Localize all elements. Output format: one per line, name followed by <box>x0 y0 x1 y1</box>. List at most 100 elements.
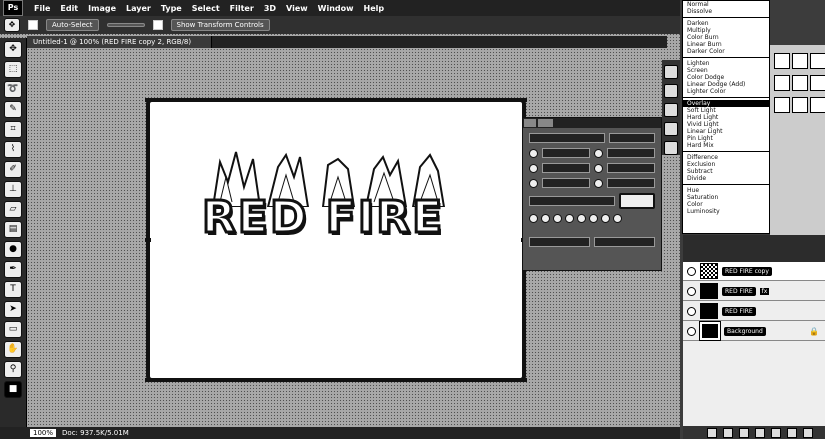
color-swatches-icon[interactable]: ■ <box>4 381 22 398</box>
lasso-tool-icon[interactable]: ➰ <box>4 81 22 98</box>
black-white-icon[interactable] <box>792 97 808 113</box>
font-family-field[interactable] <box>529 133 605 143</box>
blend-mode-option[interactable]: Hue <box>683 187 769 194</box>
text-color-swatch[interactable] <box>619 193 655 209</box>
visibility-eye-icon[interactable] <box>687 266 696 276</box>
menu-image[interactable]: Image <box>83 4 121 13</box>
leading-field[interactable] <box>607 148 655 158</box>
curves-icon[interactable] <box>810 53 825 69</box>
gradient-tool-icon[interactable]: ▤ <box>4 221 22 238</box>
character-panel-icon[interactable] <box>664 122 678 136</box>
marquee-tool-icon[interactable]: ⬚ <box>4 61 22 78</box>
move-tool-preset-icon[interactable]: ✥ <box>4 18 20 32</box>
blend-mode-option[interactable]: Color Burn <box>683 34 769 41</box>
dodge-tool-icon[interactable]: ● <box>4 241 22 258</box>
blend-mode-option[interactable]: Vivid Light <box>683 121 769 128</box>
vibrance-icon[interactable] <box>792 75 808 91</box>
eyedropper-icon[interactable]: ⌇ <box>4 141 22 158</box>
clone-stamp-icon[interactable]: ⊥ <box>4 181 22 198</box>
kerning-field[interactable] <box>542 163 590 173</box>
language-field[interactable] <box>529 237 590 247</box>
blend-mode-option[interactable]: Lighten <box>683 60 769 67</box>
font-size-field[interactable] <box>542 148 590 158</box>
document-tab[interactable]: Untitled-1 @ 100% (RED FIRE copy 2, RGB/… <box>27 36 213 48</box>
blend-mode-option[interactable]: Color <box>683 201 769 208</box>
delete-layer-icon[interactable] <box>803 427 813 438</box>
show-transform-checkbox[interactable] <box>152 20 163 30</box>
blend-mode-option[interactable]: Hard Mix <box>683 142 769 149</box>
history-panel-icon[interactable] <box>664 65 678 79</box>
all-caps-icon[interactable] <box>553 214 562 223</box>
pen-tool-icon[interactable]: ✒ <box>4 261 22 278</box>
small-caps-icon[interactable] <box>565 214 574 223</box>
transform-handle[interactable] <box>521 98 527 102</box>
subscript-icon[interactable] <box>589 214 598 223</box>
layer-style-icon[interactable] <box>723 427 733 438</box>
group-icon[interactable] <box>771 427 781 438</box>
blend-mode-option[interactable]: Subtract <box>683 168 769 175</box>
adjustment-layer-icon[interactable] <box>755 427 765 438</box>
blend-mode-option[interactable]: Lighter Color <box>683 88 769 95</box>
blend-mode-option[interactable]: Soft Light <box>683 107 769 114</box>
paragraph-panel-icon[interactable] <box>664 141 678 155</box>
transform-handle[interactable] <box>521 378 527 382</box>
menu-filter[interactable]: Filter <box>225 4 259 13</box>
horizontal-scale-field[interactable] <box>607 178 655 188</box>
blend-mode-option[interactable]: Saturation <box>683 194 769 201</box>
blend-mode-option[interactable]: Linear Dodge (Add) <box>683 81 769 88</box>
brightness-icon[interactable] <box>774 53 790 69</box>
document-info[interactable]: Doc: 937.5K/5.01M <box>62 429 129 437</box>
exposure-icon[interactable] <box>774 75 790 91</box>
blend-mode-option[interactable]: Color Dodge <box>683 74 769 81</box>
shape-tool-icon[interactable]: ▭ <box>4 321 22 338</box>
document-canvas[interactable]: RED FIRE <box>145 98 527 382</box>
navigator-panel-icon[interactable] <box>664 103 678 117</box>
blend-mode-option[interactable]: Screen <box>683 67 769 74</box>
auto-select-checkbox[interactable] <box>28 20 38 30</box>
levels-icon[interactable] <box>792 53 808 69</box>
photo-filter-icon[interactable] <box>810 97 825 113</box>
move-tool-icon[interactable]: ✥ <box>4 41 22 58</box>
layer-row[interactable]: RED FIRE copy <box>683 262 825 281</box>
faux-italic-icon[interactable] <box>541 214 550 223</box>
hue-sat-icon[interactable] <box>810 75 825 91</box>
zoom-field[interactable]: 100% <box>30 429 57 437</box>
transform-handle[interactable] <box>333 98 339 102</box>
blend-mode-option[interactable]: Divide <box>683 175 769 182</box>
blend-mode-option[interactable]: Hard Light <box>683 114 769 121</box>
blend-mode-option[interactable]: Exclusion <box>683 161 769 168</box>
baseline-shift-field[interactable] <box>529 196 615 206</box>
menu-type[interactable]: Type <box>156 4 187 13</box>
eraser-icon[interactable]: ▱ <box>4 201 22 218</box>
blend-mode-option[interactable]: Luminosity <box>683 208 769 215</box>
layer-row[interactable]: RED FIRE <box>683 302 825 321</box>
crop-tool-icon[interactable]: ⌗ <box>4 121 22 138</box>
visibility-eye-icon[interactable] <box>687 326 696 336</box>
color-balance-icon[interactable] <box>774 97 790 113</box>
layer-row[interactable]: Background 🔒 <box>683 321 825 341</box>
hand-tool-icon[interactable]: ✋ <box>4 341 22 358</box>
blend-mode-option[interactable]: Linear Burn <box>683 41 769 48</box>
path-select-icon[interactable]: ➤ <box>4 301 22 318</box>
panel-tab[interactable] <box>537 119 554 127</box>
quick-select-icon[interactable]: ✎ <box>4 101 22 118</box>
strikethrough-icon[interactable] <box>613 214 622 223</box>
blend-mode-option[interactable]: Overlay <box>683 100 769 107</box>
zoom-tool-icon[interactable]: ⚲ <box>4 361 22 378</box>
actions-panel-icon[interactable] <box>664 84 678 98</box>
blend-mode-option[interactable]: Normal <box>683 1 769 8</box>
blend-mode-option[interactable]: Dissolve <box>683 8 769 15</box>
transform-handle[interactable] <box>145 98 151 102</box>
blend-mode-option[interactable]: Pin Light <box>683 135 769 142</box>
visibility-eye-icon[interactable] <box>687 306 696 316</box>
menu-select[interactable]: Select <box>187 4 225 13</box>
vertical-scale-field[interactable] <box>542 178 590 188</box>
menu-edit[interactable]: Edit <box>55 4 83 13</box>
faux-bold-icon[interactable] <box>529 214 538 223</box>
layer-row[interactable]: RED FIRE fx <box>683 282 825 301</box>
blend-mode-dropdown[interactable]: Normal Dissolve Darken Multiply Color Burn Li… <box>682 0 770 234</box>
antialias-field[interactable] <box>594 237 655 247</box>
transform-handle[interactable] <box>145 378 151 382</box>
underline-icon[interactable] <box>601 214 610 223</box>
superscript-icon[interactable] <box>577 214 586 223</box>
